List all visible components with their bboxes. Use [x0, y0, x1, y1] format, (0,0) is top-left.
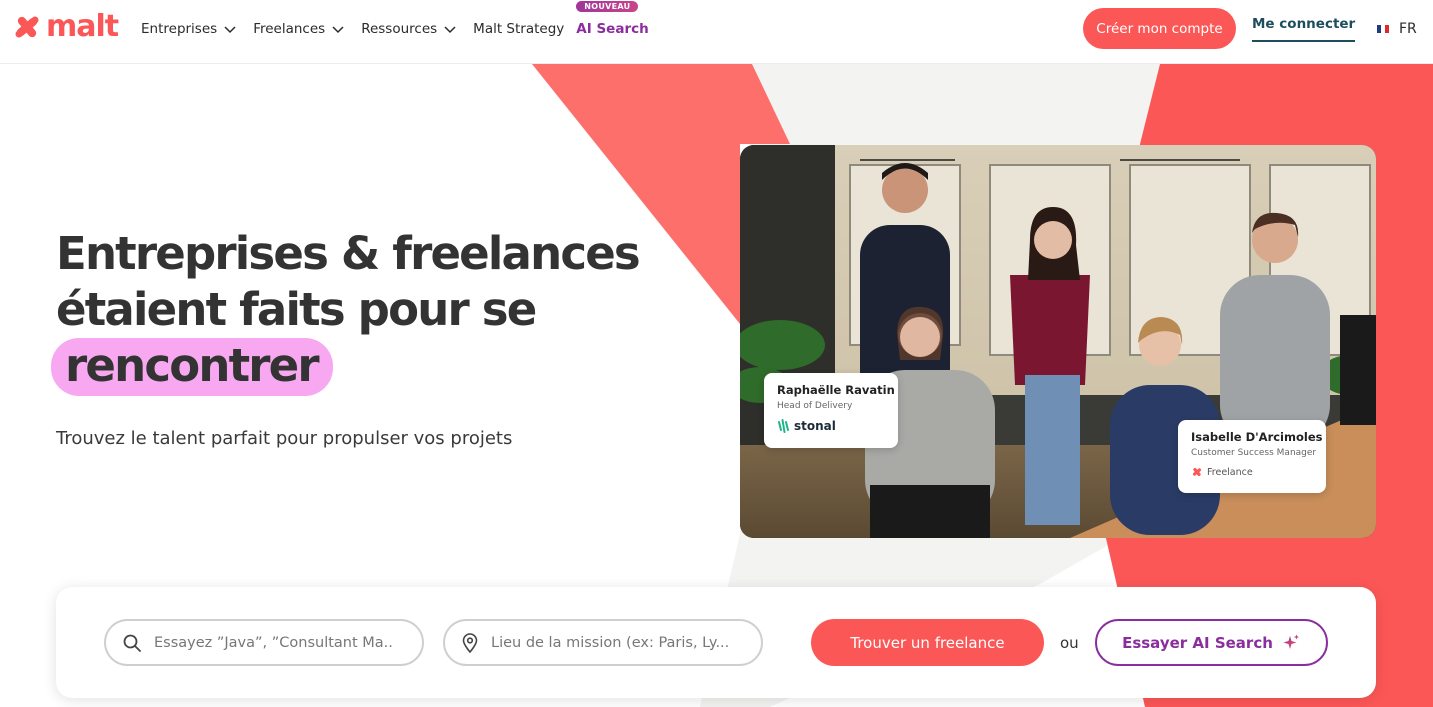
sparkle-icon — [1283, 634, 1299, 649]
malt-logo-icon — [1192, 467, 1202, 477]
main-nav: Entreprises Freelances Ressources Malt S… — [141, 0, 665, 58]
top-header: malt Entreprises Freelances Ressources M… — [0, 0, 1433, 64]
nav-entreprises[interactable]: Entreprises — [141, 21, 237, 37]
nav-entreprises-label: Entreprises — [141, 21, 218, 37]
login-link[interactable]: Me connecter — [1252, 16, 1356, 42]
nav-ressources-label: Ressources — [361, 21, 438, 37]
language-label: FR — [1399, 21, 1417, 37]
hero-title-highlight: rencontrer — [51, 338, 333, 396]
hero-title-line-2: étaient faits pour se — [56, 283, 537, 336]
try-ai-search-label: Essayer AI Search — [1122, 633, 1273, 652]
skill-search-field[interactable] — [104, 619, 424, 666]
find-freelance-button[interactable]: Trouver un freelance — [811, 619, 1044, 666]
create-account-button[interactable]: Créer mon compte — [1083, 8, 1236, 49]
search-panel: Trouver un freelance ou Essayer AI Searc… — [56, 587, 1376, 698]
profile-card-company-name: Freelance — [1207, 466, 1253, 478]
profile-card-company: stonal — [777, 418, 885, 434]
profile-card-company: Freelance — [1191, 466, 1313, 478]
language-selector[interactable]: FR — [1377, 21, 1417, 37]
stonal-logo-icon — [778, 419, 789, 433]
profile-card-role: Head of Delivery — [777, 401, 853, 411]
nav-ressources[interactable]: Ressources — [361, 21, 457, 37]
profile-card-name: Raphaëlle Ravatin — [777, 383, 895, 397]
nav-ai-search[interactable]: NOUVEAU AI Search — [576, 1, 649, 37]
profile-card-company-name: stonal — [794, 419, 836, 433]
nav-malt-strategy-label: Malt Strategy — [473, 21, 565, 37]
malt-logo[interactable]: malt — [12, 9, 119, 44]
new-badge: NOUVEAU — [576, 1, 639, 12]
location-field[interactable] — [443, 619, 763, 666]
team-photo: Raphaëlle Ravatin Head of Delivery stona… — [740, 145, 1376, 538]
or-text: ou — [1060, 634, 1079, 652]
malt-logo-icon — [15, 16, 39, 38]
malt-logo-text: malt — [46, 9, 119, 44]
french-flag-icon — [1377, 25, 1389, 33]
try-ai-search-button[interactable]: Essayer AI Search — [1095, 619, 1328, 666]
chevron-down-icon — [224, 26, 236, 34]
chevron-down-icon — [444, 26, 456, 34]
nav-malt-strategy[interactable]: Malt Strategy — [473, 21, 564, 37]
nav-freelances-label: Freelances — [253, 21, 326, 37]
search-icon — [123, 634, 141, 652]
chevron-down-icon — [332, 26, 344, 34]
hero-title: Entreprises & freelances étaient faits p… — [51, 226, 676, 396]
nav-freelances[interactable]: Freelances — [253, 21, 345, 37]
profile-card-role: Customer Success Manager — [1191, 448, 1317, 458]
location-pin-icon — [462, 632, 478, 653]
location-input[interactable] — [491, 634, 731, 651]
profile-card-raphaelle: Raphaëlle Ravatin Head of Delivery stona… — [764, 373, 898, 448]
hero-subtitle: Trouvez le talent parfait pour propulser… — [56, 428, 513, 449]
profile-card-name: Isabelle D'Arcimoles — [1191, 430, 1323, 444]
hero-title-line-1: Entreprises & freelances — [56, 227, 641, 280]
profile-card-isabelle: Isabelle D'Arcimoles Customer Success Ma… — [1178, 420, 1326, 493]
nav-ai-search-label: AI Search — [576, 21, 649, 37]
skill-search-input[interactable] — [154, 634, 394, 651]
